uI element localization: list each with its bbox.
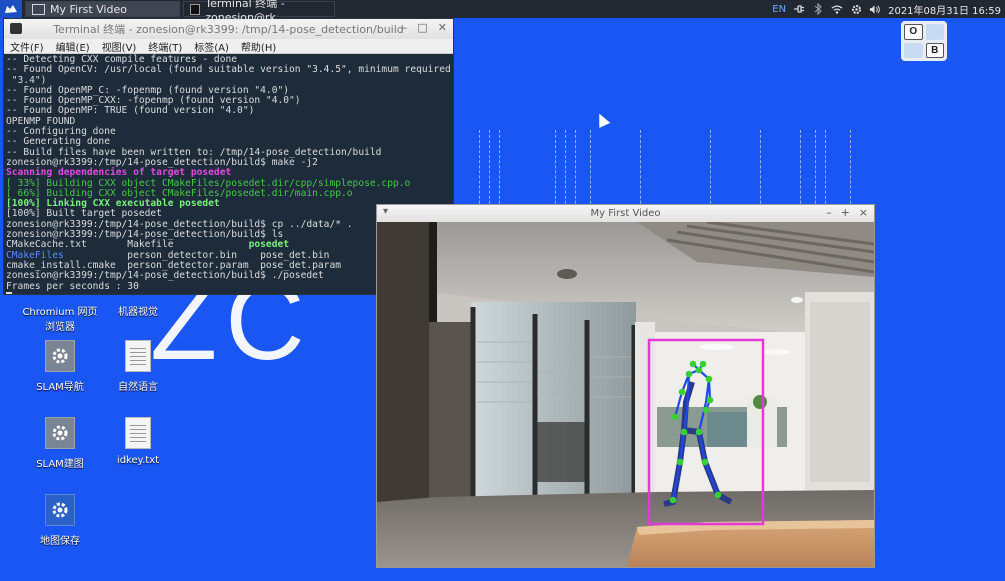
ls-entry: CMakeFiles: [6, 249, 64, 261]
desktop-icon-slam-mapping[interactable]: SLAM建图: [20, 417, 100, 470]
desktop-icon-label: idkey.txt: [116, 455, 160, 466]
overlay-switch-cell: [904, 42, 923, 58]
desktop-icon-label: Chromium 网页 浏览器: [22, 307, 98, 333]
terminal-menubar: 文件(F) 编辑(E) 视图(V) 终端(T) 标签(A) 帮助(H): [4, 39, 453, 54]
text-file-icon: [125, 417, 151, 449]
clock[interactable]: 2021年08月31日 16:59: [888, 2, 1001, 17]
menu-file[interactable]: 文件(F): [10, 39, 44, 54]
desktop-icon-label: SLAM导航: [36, 382, 84, 393]
video-frame: [377, 222, 874, 567]
close-icon[interactable]: ✕: [438, 21, 447, 34]
menu-help[interactable]: 帮助(H): [241, 39, 276, 54]
taskbar-task-video[interactable]: My First Video: [25, 1, 180, 17]
gear-icon: [45, 340, 75, 372]
app-menu-button[interactable]: [0, 0, 22, 18]
desktop-icon-natural-language[interactable]: 自然语言: [98, 340, 178, 393]
xfce-logo-icon: [5, 5, 17, 13]
overlay-switch-button[interactable]: O B: [901, 21, 947, 61]
taskbar-task-label: My First Video: [50, 2, 127, 16]
desktop-icon-chromium[interactable]: Chromium 网页 浏览器: [20, 303, 100, 333]
overlay-switch-left-label: O: [904, 24, 923, 40]
window-controls: – + ×: [826, 206, 868, 219]
input-language-indicator[interactable]: EN: [772, 4, 786, 15]
menu-view[interactable]: 视图(V): [102, 39, 137, 54]
menu-edit[interactable]: 编辑(E): [56, 39, 90, 54]
desktop-icon-label: 机器视觉: [118, 307, 158, 318]
volume-icon[interactable]: [869, 3, 881, 15]
taskbar-task-terminal[interactable]: Terminal 终端 - zonesion@rk...: [183, 0, 335, 24]
maximize-icon[interactable]: +: [841, 206, 850, 219]
gear-icon: [45, 494, 75, 526]
window-menu-chevron-icon[interactable]: ▾: [383, 206, 388, 217]
gear-icon: [45, 417, 75, 449]
overlay-switch-right-label: B: [925, 42, 944, 58]
menu-tabs[interactable]: 标签(A): [194, 39, 229, 54]
terminal-icon: [190, 3, 201, 15]
terminal-line: -- Found OpenCV: /usr/local (found suita…: [6, 64, 453, 76]
window-icon: [32, 3, 45, 15]
ls-entry: person_detector.bin pose_det.bin: [63, 249, 330, 261]
terminal-icon: [10, 23, 22, 34]
video-titlebar[interactable]: ▾ My First Video – + ×: [377, 205, 874, 222]
text-file-icon: [125, 340, 151, 372]
maximize-icon[interactable]: □: [417, 21, 427, 34]
video-window[interactable]: ▾ My First Video – + ×: [376, 204, 875, 568]
video-title: My First Video: [590, 208, 661, 219]
window-controls: ‒ □ ✕: [400, 21, 447, 34]
close-icon[interactable]: ×: [859, 206, 868, 219]
wifi-icon[interactable]: [831, 3, 843, 15]
system-tray: EN 2021年08月31日 16:59: [772, 2, 1005, 17]
desktop-icon-idkey[interactable]: idkey.txt: [98, 417, 178, 466]
camera-feed-image: [377, 222, 874, 567]
taskbar: My First Video Terminal 终端 - zonesion@rk…: [0, 0, 1005, 24]
taskbar-task-label: Terminal 终端 - zonesion@rk...: [205, 0, 287, 24]
desktop-icon-machine-vision[interactable]: 机器视觉: [98, 303, 178, 318]
overlay-switch-cell: [925, 24, 944, 40]
minimize-icon[interactable]: –: [826, 206, 832, 219]
desktop-icon-label: 地图保存: [40, 536, 80, 547]
menu-terminal[interactable]: 终端(T): [148, 39, 182, 54]
desktop-icon-slam-navigation[interactable]: SLAM导航: [20, 340, 100, 393]
settings-gear-icon[interactable]: [850, 3, 862, 15]
power-plug-icon[interactable]: [793, 3, 805, 15]
desktop-icon-label: SLAM建图: [36, 459, 84, 470]
desktop-icon-map-save[interactable]: 地图保存: [20, 494, 100, 547]
desktop-icon-label: 自然语言: [118, 382, 158, 393]
bluetooth-icon[interactable]: [812, 3, 824, 15]
minimize-icon[interactable]: ‒: [400, 21, 407, 34]
text-cursor-icon: [6, 291, 12, 294]
